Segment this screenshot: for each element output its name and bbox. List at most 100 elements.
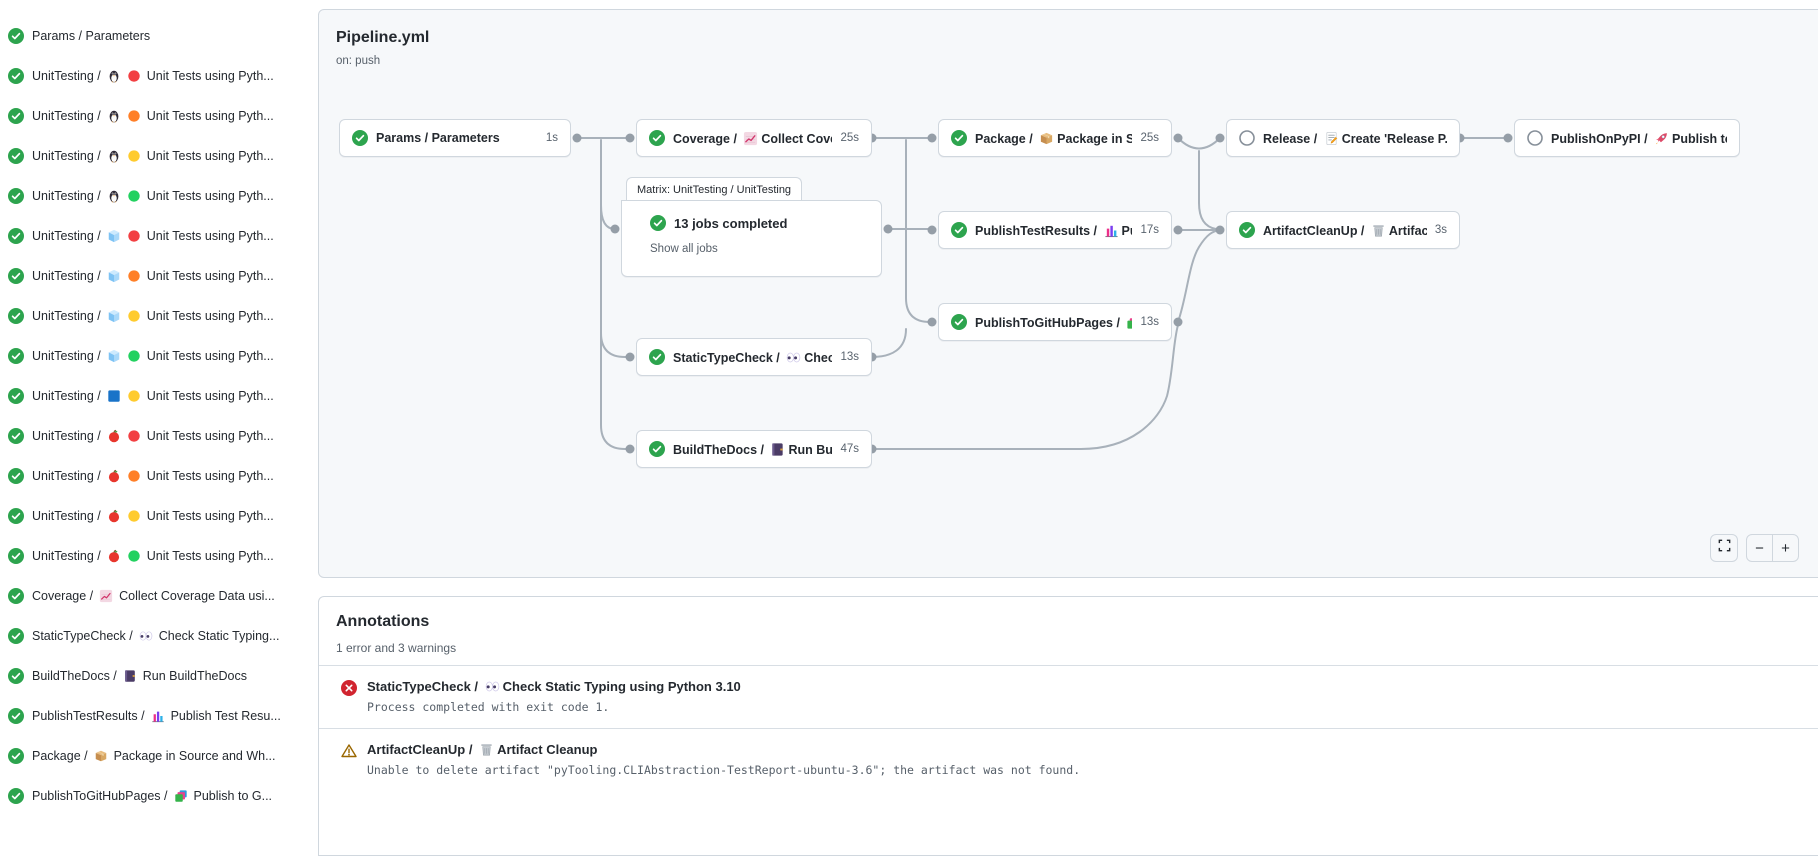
success-check-icon — [8, 788, 24, 804]
workflow-trigger: on: push — [336, 55, 380, 67]
workflow-node-publishonpypi[interactable]: PublishOnPyPI / Publish to ... — [1514, 119, 1740, 157]
dot-yellow-icon — [127, 509, 141, 523]
job-duration: 25s — [1140, 132, 1159, 144]
sidebar-job-item[interactable]: UnitTesting / Unit Tests using Pyth... — [0, 136, 316, 176]
sidebar-job-label: Package / Package in Source and Wh... — [32, 749, 276, 763]
sidebar-job-item[interactable]: UnitTesting / Unit Tests using Pyth... — [0, 96, 316, 136]
eyes-icon — [786, 350, 801, 365]
workflow-node-publishtestresults[interactable]: PublishTestResults / Pu... 17s — [938, 211, 1172, 249]
workflow-graph-panel: Pipeline.yml on: push — [318, 9, 1818, 578]
fullscreen-button[interactable] — [1710, 534, 1738, 562]
sidebar-job-item[interactable]: UnitTesting / Unit Tests using Pyth... — [0, 536, 316, 576]
skipped-circle-icon — [1239, 130, 1255, 146]
squares-icon — [1126, 315, 1132, 330]
show-all-jobs-link[interactable]: Show all jobs — [650, 243, 718, 255]
sidebar-job-item[interactable]: UnitTesting / Unit Tests using Pyth... — [0, 256, 316, 296]
fullscreen-icon — [1717, 538, 1732, 558]
sidebar-job-item[interactable]: PublishTestResults / Publish Test Resu..… — [0, 696, 316, 736]
workflow-node-artifactcleanup[interactable]: ArtifactCleanUp / Artifac... 3s — [1226, 211, 1460, 249]
book-icon — [123, 669, 137, 683]
success-check-icon — [8, 108, 24, 124]
success-check-icon — [8, 268, 24, 284]
annotations-list: StaticTypeCheck / Check Static Typing us… — [319, 665, 1818, 791]
workflow-node-statictypecheck[interactable]: StaticTypeCheck / Chec... 13s — [636, 338, 872, 376]
matrix-summary-text: 13 jobs completed — [674, 216, 787, 231]
sidebar-job-item[interactable]: UnitTesting / Unit Tests using Pyth... — [0, 296, 316, 336]
annotation-title-link[interactable]: StaticTypeCheck / Check Static Typing us… — [367, 679, 741, 694]
sidebar-job-item[interactable]: UnitTesting / Unit Tests using Pyth... — [0, 416, 316, 456]
trash-icon — [479, 742, 494, 757]
workflow-node-buildthedocs[interactable]: BuildTheDocs / Run Buil... 47s — [636, 430, 872, 468]
annotation-title-link[interactable]: ArtifactCleanUp / Artifact Cleanup — [367, 742, 1080, 757]
success-check-icon — [8, 188, 24, 204]
success-check-icon — [8, 388, 24, 404]
dot-orange-icon — [127, 269, 141, 283]
workflow-node-coverage[interactable]: Coverage / Collect Cove... 25s — [636, 119, 872, 157]
icecube-icon — [107, 229, 121, 243]
sidebar-job-item[interactable]: Params / Parameters — [0, 16, 316, 56]
dot-yellow-icon — [127, 149, 141, 163]
dot-orange-icon — [127, 469, 141, 483]
success-check-icon — [8, 308, 24, 324]
workflow-edges — [319, 10, 1818, 579]
job-duration: 1s — [546, 132, 558, 144]
success-check-icon — [649, 441, 665, 457]
apple-icon — [107, 429, 121, 443]
workflow-node-params[interactable]: Params / Parameters 1s — [339, 119, 571, 157]
bar-chart-icon — [1104, 223, 1119, 238]
sidebar-job-item[interactable]: StaticTypeCheck / Check Static Typing... — [0, 616, 316, 656]
matrix-card[interactable]: 13 jobs completed Show all jobs — [621, 200, 882, 277]
sidebar-job-label: UnitTesting / Unit Tests using Pyth... — [32, 389, 274, 403]
sidebar-job-label: UnitTesting / Unit Tests using Pyth... — [32, 149, 274, 163]
job-duration: 13s — [840, 351, 859, 363]
matrix-tab-label: Matrix: UnitTesting / UnitTesting — [626, 177, 802, 202]
sidebar-job-item[interactable]: UnitTesting / Unit Tests using Pyth... — [0, 176, 316, 216]
sidebar-job-item[interactable]: BuildTheDocs / Run BuildTheDocs — [0, 656, 316, 696]
success-check-icon — [8, 28, 24, 44]
success-check-icon — [649, 349, 665, 365]
success-check-icon — [8, 228, 24, 244]
package-icon — [1039, 131, 1054, 146]
success-check-icon — [8, 668, 24, 684]
sidebar-job-label: StaticTypeCheck / Check Static Typing... — [32, 629, 279, 643]
package-icon — [94, 749, 108, 763]
success-check-icon — [8, 748, 24, 764]
success-check-icon — [951, 314, 967, 330]
success-check-icon — [8, 148, 24, 164]
dot-green-icon — [127, 189, 141, 203]
workflow-node-package[interactable]: Package / Package in So... 25s — [938, 119, 1172, 157]
success-check-icon — [1239, 222, 1255, 238]
success-check-icon — [951, 222, 967, 238]
zoom-in-button[interactable]: + — [1773, 535, 1798, 561]
job-duration: 3s — [1435, 224, 1447, 236]
sidebar-job-item[interactable]: UnitTesting / Unit Tests using Pyth... — [0, 336, 316, 376]
workflow-node-release[interactable]: Release / Create 'Release P... — [1226, 119, 1460, 157]
memo-icon — [1324, 131, 1339, 146]
book-icon — [770, 442, 785, 457]
success-check-icon — [8, 708, 24, 724]
dot-yellow-icon — [127, 389, 141, 403]
sidebar-job-item[interactable]: Coverage / Collect Coverage Data usi... — [0, 576, 316, 616]
dot-orange-icon — [127, 109, 141, 123]
sidebar-job-item[interactable]: UnitTesting / Unit Tests using Pyth... — [0, 216, 316, 256]
error-icon — [341, 680, 357, 696]
workflow-node-publishtogithubpages[interactable]: PublishToGitHubPages / ... 13s — [938, 303, 1172, 341]
annotation-message: Unable to delete artifact "pyTooling.CLI… — [367, 763, 1080, 777]
annotations-panel: Annotations 1 error and 3 warnings Stati… — [318, 596, 1818, 856]
sidebar-job-label: UnitTesting / Unit Tests using Pyth... — [32, 69, 274, 83]
sidebar-job-label: Params / Parameters — [32, 29, 150, 43]
sidebar-job-item[interactable]: UnitTesting / Unit Tests using Pyth... — [0, 496, 316, 536]
zoom-out-button[interactable]: − — [1747, 535, 1773, 561]
sidebar-job-label: BuildTheDocs / Run BuildTheDocs — [32, 669, 247, 683]
zoom-controls: − + — [1746, 534, 1799, 562]
sidebar-job-item[interactable]: UnitTesting / Unit Tests using Pyth... — [0, 456, 316, 496]
annotation-item: StaticTypeCheck / Check Static Typing us… — [319, 665, 1818, 728]
sidebar-job-label: UnitTesting / Unit Tests using Pyth... — [32, 549, 274, 563]
sidebar-job-item[interactable]: UnitTesting / Unit Tests using Pyth... — [0, 376, 316, 416]
sidebar-job-item[interactable]: UnitTesting / Unit Tests using Pyth... — [0, 56, 316, 96]
sidebar-job-item[interactable]: Package / Package in Source and Wh... — [0, 736, 316, 776]
chart-up-icon — [99, 589, 113, 603]
success-check-icon — [8, 68, 24, 84]
success-check-icon — [649, 130, 665, 146]
sidebar-job-item[interactable]: PublishToGitHubPages / Publish to G... — [0, 776, 316, 816]
